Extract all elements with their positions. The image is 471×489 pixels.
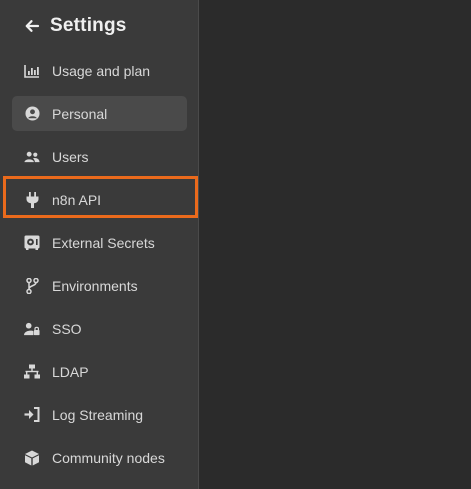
network-wired-icon <box>24 364 40 380</box>
main-content-area <box>199 0 471 489</box>
sidebar-item-usage-and-plan[interactable]: Usage and plan <box>12 53 187 88</box>
sidebar-item-label: External Secrets <box>52 234 155 251</box>
sidebar-item-label: Community nodes <box>52 449 165 466</box>
bar-chart-icon <box>24 63 40 79</box>
code-branch-icon <box>24 277 40 294</box>
sidebar-item-label: Personal <box>52 105 108 122</box>
vault-icon <box>24 235 40 251</box>
sidebar-item-sso[interactable]: SSO <box>12 311 187 346</box>
user-lock-icon <box>24 321 40 337</box>
users-icon <box>24 149 40 165</box>
sidebar-item-label: Log Streaming <box>52 406 144 423</box>
sidebar-item-label: Usage and plan <box>52 62 151 79</box>
sidebar-item-external-secrets[interactable]: External Secrets <box>12 225 187 260</box>
sidebar-item-personal[interactable]: Personal <box>12 96 187 131</box>
cube-icon <box>24 450 40 466</box>
settings-sidebar: Settings Usage and plan Personal Users n… <box>0 0 199 489</box>
sidebar-item-label: SSO <box>52 320 82 337</box>
sidebar-item-label: Users <box>52 148 89 165</box>
sidebar-item-ldap[interactable]: LDAP <box>12 354 187 389</box>
sidebar-item-label: LDAP <box>52 363 89 380</box>
sign-in-icon <box>24 407 40 423</box>
sidebar-item-environments[interactable]: Environments <box>12 268 187 303</box>
sidebar-item-users[interactable]: Users <box>12 139 187 174</box>
sidebar-item-label: n8n API <box>52 191 102 208</box>
plug-icon <box>24 191 40 208</box>
sidebar-item-community-nodes[interactable]: Community nodes <box>12 440 187 475</box>
arrow-left-icon[interactable] <box>24 18 40 34</box>
app-window: Settings Usage and plan Personal Users n… <box>0 0 471 489</box>
settings-back-header[interactable]: Settings <box>24 12 127 40</box>
sidebar-item-n8n-api[interactable]: n8n API <box>12 182 187 217</box>
sidebar-item-log-streaming[interactable]: Log Streaming <box>12 397 187 432</box>
page-title: Settings <box>50 15 127 36</box>
sidebar-item-label: Environments <box>52 277 138 294</box>
user-circle-icon <box>24 106 40 122</box>
